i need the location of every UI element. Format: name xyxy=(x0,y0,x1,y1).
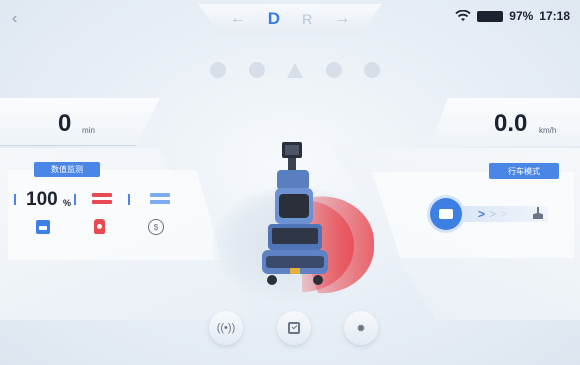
settings-button[interactable]: ✹ xyxy=(344,311,378,345)
signal-button[interactable]: ((•)) xyxy=(209,311,243,345)
gear-reverse: R xyxy=(302,11,313,27)
warning-light-3-icon xyxy=(325,62,342,78)
warning-light-1-icon xyxy=(210,62,226,78)
level-divider xyxy=(14,194,16,205)
speed-value: 0.0 xyxy=(494,110,528,137)
monitor-inner-card xyxy=(8,170,222,260)
clock-time: 17:18 xyxy=(539,9,570,23)
warning-parking-icon xyxy=(364,62,380,78)
mode-arrow-3: > xyxy=(500,207,508,221)
arrow-left-icon: ← xyxy=(229,10,246,27)
vehicle-icon xyxy=(439,209,453,219)
work-time-unit: min xyxy=(82,126,95,135)
speed-unit: km/h xyxy=(539,126,557,135)
extinguisher-level-bars xyxy=(92,193,112,205)
gear-indicator-bar: ← D R → xyxy=(198,4,382,34)
signal-icon: ((•)) xyxy=(216,322,236,334)
back-chevron-icon[interactable]: ‹ xyxy=(12,10,17,28)
mode-arrow-1: > xyxy=(478,207,486,221)
drive-mode-title-badge: 行车模式 xyxy=(489,163,559,179)
drive-mode-button[interactable] xyxy=(430,198,462,230)
work-time-value: 0 xyxy=(58,110,72,137)
warning-light-2-icon xyxy=(248,62,265,78)
monitor-title-badge: 数值监测 xyxy=(34,162,100,177)
battery-percent: 97% xyxy=(509,9,534,23)
warning-icon-row xyxy=(210,62,380,78)
gear-icon: ✹ xyxy=(356,322,366,335)
sweeper-machine-illustration xyxy=(262,142,328,285)
water-tank-icon xyxy=(36,220,50,234)
warning-triangle-icon xyxy=(287,62,303,78)
extinguisher-icon xyxy=(94,219,105,234)
coin-icon: $ xyxy=(148,219,164,235)
task-button[interactable] xyxy=(277,311,311,345)
battery-icon xyxy=(477,10,504,22)
wifi-icon xyxy=(455,10,471,22)
arrow-right-icon: → xyxy=(334,10,351,27)
dust-level-bars xyxy=(150,193,170,205)
level-divider-3 xyxy=(128,194,130,205)
level-value: 100 xyxy=(26,189,58,210)
work-time-panel xyxy=(0,98,160,146)
status-bar: 97% 17:18 xyxy=(455,9,570,23)
level-divider-2 xyxy=(74,194,76,205)
mode-arrow-2: > xyxy=(489,207,497,221)
level-unit: % xyxy=(63,198,72,208)
gear-active: D xyxy=(267,9,281,28)
clipboard-check-icon xyxy=(288,322,300,334)
